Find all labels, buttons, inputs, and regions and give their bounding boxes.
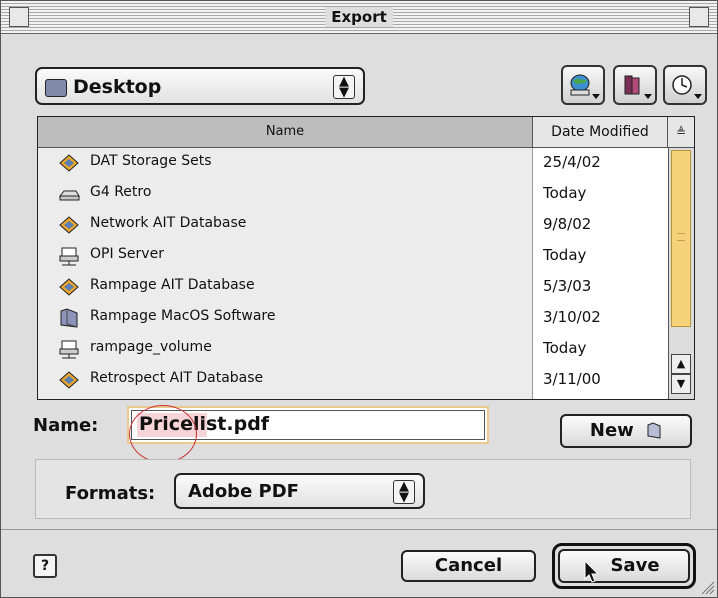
mouse-pointer-icon bbox=[584, 560, 600, 583]
window-title: Export bbox=[325, 7, 393, 27]
location-popup[interactable]: Desktop ▲ ▼ bbox=[35, 67, 365, 105]
popup-arrows-icon: ▲ ▼ bbox=[393, 480, 415, 504]
item-name: G4 Retro bbox=[90, 184, 152, 200]
item-name: Rampage AIT Database bbox=[90, 277, 255, 293]
location-label: Desktop bbox=[73, 76, 162, 98]
chevron-down-icon bbox=[592, 94, 600, 99]
name-field[interactable]: Pricelist.pdf bbox=[127, 406, 489, 444]
column-header-date-modified[interactable]: Date Modified bbox=[533, 117, 668, 148]
vertical-scrollbar[interactable]: ▲ ▼ bbox=[668, 148, 694, 399]
title-bar[interactable]: Export bbox=[1, 1, 717, 34]
item-name: Network AIT Database bbox=[90, 215, 247, 231]
folder-icon bbox=[60, 308, 78, 328]
server-volume-icon bbox=[59, 154, 79, 172]
scroll-thumb[interactable] bbox=[671, 150, 691, 327]
new-button-label: New bbox=[589, 420, 634, 441]
hard-drive-icon bbox=[58, 190, 80, 201]
chevron-down-icon bbox=[644, 94, 652, 99]
list-item[interactable]: DAT Storage Sets 25/4/02 bbox=[38, 148, 668, 179]
item-name: DAT Storage Sets bbox=[90, 153, 212, 169]
formats-popup[interactable]: Adobe PDF ▲ ▼ bbox=[174, 473, 425, 509]
server-volume-icon bbox=[59, 216, 79, 234]
item-date: Today bbox=[543, 246, 587, 264]
recent-clock-icon bbox=[672, 75, 692, 95]
list-item[interactable]: Rampage MacOS Software 3/10/02 bbox=[38, 303, 668, 334]
list-item[interactable]: OPI Server Today bbox=[38, 241, 668, 272]
formats-label: Formats: bbox=[65, 483, 156, 504]
list-item[interactable]: rampage_volume Today bbox=[38, 334, 668, 365]
item-name: Rampage MacOS Software bbox=[90, 308, 276, 324]
server-volume-icon bbox=[59, 278, 79, 296]
grip-icon bbox=[677, 233, 685, 241]
item-date: 3/11/00 bbox=[543, 370, 601, 388]
item-name: OPI Server bbox=[90, 246, 164, 262]
item-date: 5/3/03 bbox=[543, 277, 592, 295]
server-volume-icon bbox=[59, 371, 79, 389]
zoom-box[interactable] bbox=[689, 7, 709, 27]
export-dialog: Export Desktop ▲ ▼ Name Date Modified ≜ … bbox=[0, 0, 718, 598]
item-date: Today bbox=[543, 184, 587, 202]
scroll-up-button[interactable]: ▲ bbox=[671, 354, 691, 374]
popup-arrows-icon: ▲ ▼ bbox=[333, 75, 355, 99]
list-item[interactable]: G4 Retro Today bbox=[38, 179, 668, 210]
cancel-button[interactable]: Cancel bbox=[401, 550, 536, 582]
name-field-value[interactable]: Pricelist.pdf bbox=[139, 413, 269, 435]
column-header-name[interactable]: Name bbox=[38, 117, 533, 148]
scroll-down-button[interactable]: ▼ bbox=[671, 374, 691, 394]
item-date: 9/8/02 bbox=[543, 215, 592, 233]
chevron-down-icon bbox=[694, 94, 702, 99]
item-date: 3/10/02 bbox=[543, 308, 601, 326]
save-button-label: Save bbox=[610, 555, 660, 576]
item-name: rampage_volume bbox=[90, 339, 212, 355]
item-name: Retrospect AIT Database bbox=[90, 370, 264, 386]
network-volume-icon bbox=[59, 340, 79, 359]
favorites-books-icon bbox=[624, 75, 640, 95]
item-date: Today bbox=[543, 339, 587, 357]
save-button[interactable]: Save bbox=[558, 549, 690, 583]
list-item[interactable]: Rampage AIT Database 5/3/03 bbox=[38, 272, 668, 303]
resize-grip-icon[interactable] bbox=[701, 581, 715, 595]
name-label: Name: bbox=[33, 415, 99, 436]
sort-direction-button[interactable]: ≜ bbox=[668, 117, 694, 148]
globe-network-icon bbox=[570, 74, 590, 96]
favorites-button[interactable] bbox=[613, 65, 657, 105]
close-box[interactable] bbox=[9, 7, 29, 27]
help-button[interactable]: ? bbox=[33, 554, 57, 578]
new-folder-button[interactable]: New bbox=[560, 414, 692, 448]
file-list[interactable]: Name Date Modified ≜ DAT Storage Sets 25… bbox=[37, 116, 695, 400]
formats-value: Adobe PDF bbox=[188, 481, 299, 502]
new-folder-icon bbox=[647, 422, 661, 439]
list-item[interactable]: Retrospect AIT Database 3/11/00 bbox=[38, 365, 668, 396]
list-item[interactable]: Network AIT Database 9/8/02 bbox=[38, 210, 668, 241]
divider bbox=[1, 529, 717, 530]
shortcuts-button[interactable] bbox=[561, 65, 605, 105]
desktop-icon bbox=[45, 79, 67, 97]
item-date: 25/4/02 bbox=[543, 153, 601, 171]
recent-button[interactable] bbox=[663, 65, 707, 105]
network-volume-icon bbox=[59, 247, 79, 266]
